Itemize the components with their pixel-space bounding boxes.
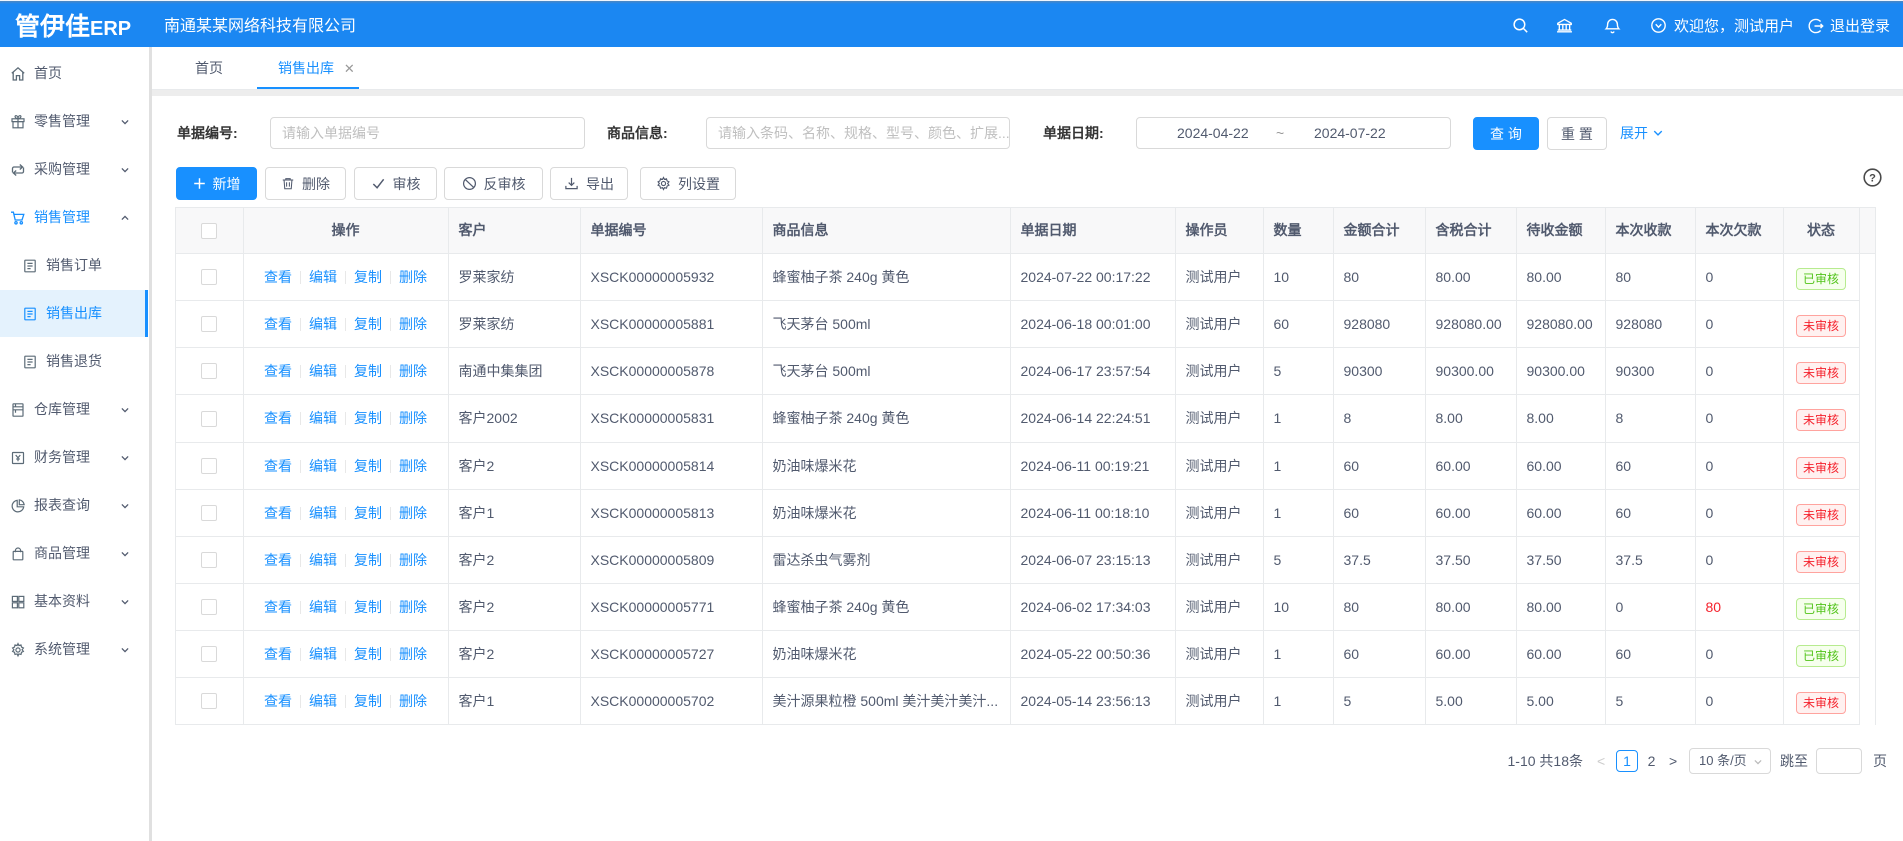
svg-text:?: ? [1869, 172, 1876, 184]
